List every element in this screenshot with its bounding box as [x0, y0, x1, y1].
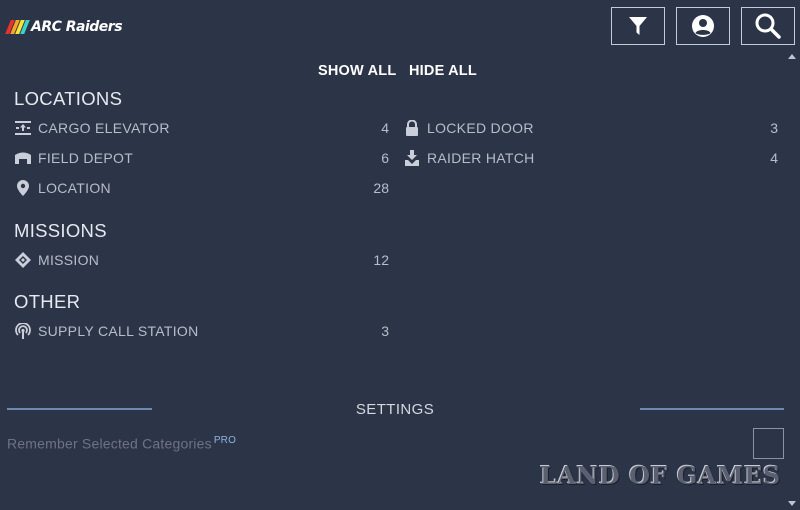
map-filter-panel: ARC Raiders SHOW ALL HIDE ALL LOCATIONS	[0, 0, 800, 510]
category-label: LOCATION	[38, 180, 111, 196]
remember-categories-checkbox[interactable]	[753, 428, 784, 459]
category-location[interactable]: LOCATION 28	[14, 178, 389, 198]
category-count: 28	[373, 180, 389, 196]
account-icon	[692, 15, 714, 37]
category-label: LOCKED DOOR	[427, 120, 534, 136]
section-title-locations: LOCATIONS	[14, 88, 123, 109]
section-title-other: OTHER	[14, 291, 81, 312]
app-logo[interactable]: ARC Raiders	[5, 17, 123, 37]
section-title-missions: MISSIONS	[14, 220, 107, 241]
category-count: 4	[381, 120, 389, 136]
category-cargo-elevator[interactable]: CARGO ELEVATOR 4	[14, 118, 389, 138]
account-button[interactable]	[676, 7, 730, 45]
category-supply-call-station[interactable]: SUPPLY CALL STATION 3	[14, 321, 389, 341]
search-button[interactable]	[741, 7, 795, 45]
logo-stripes-icon	[5, 20, 30, 34]
settings-divider-right	[640, 408, 784, 410]
category-count: 3	[381, 323, 389, 339]
category-count: 3	[770, 120, 778, 136]
category-count: 12	[373, 252, 389, 268]
location-pin-icon	[14, 180, 32, 196]
toggle-all-row: SHOW ALL HIDE ALL	[0, 63, 800, 81]
logo-text: ARC Raiders	[31, 19, 123, 35]
category-label: CARGO ELEVATOR	[38, 120, 170, 136]
category-locked-door[interactable]: LOCKED DOOR 3	[403, 118, 778, 138]
category-raider-hatch[interactable]: RAIDER HATCH 4	[403, 148, 778, 168]
pro-badge: PRO	[213, 435, 237, 446]
category-count: 6	[381, 150, 389, 166]
raider-hatch-icon	[403, 150, 421, 166]
filter-icon	[629, 17, 647, 35]
category-count: 4	[770, 150, 778, 166]
mission-icon	[14, 252, 32, 268]
category-label: RAIDER HATCH	[427, 150, 535, 166]
show-all-button[interactable]: SHOW ALL	[318, 63, 396, 79]
cargo-elevator-icon	[14, 120, 32, 136]
scrollbar[interactable]	[784, 50, 800, 510]
supply-call-station-icon	[14, 323, 32, 339]
field-depot-icon	[14, 150, 32, 166]
remember-categories-setting: Remember Selected Categories PRO	[7, 435, 236, 452]
category-label: FIELD DEPOT	[38, 150, 134, 166]
category-label: MISSION	[38, 252, 100, 268]
hide-all-button[interactable]: HIDE ALL	[409, 63, 477, 79]
filter-button[interactable]	[611, 7, 665, 45]
scroll-up-icon[interactable]	[788, 54, 796, 59]
watermark-logo: LAND OF GAMES	[540, 461, 781, 490]
category-mission[interactable]: MISSION 12	[14, 250, 389, 270]
lock-icon	[403, 120, 421, 136]
category-field-depot[interactable]: FIELD DEPOT 6	[14, 148, 389, 168]
scroll-down-icon[interactable]	[788, 501, 796, 506]
remember-categories-label: Remember Selected Categories	[7, 435, 212, 452]
search-icon	[755, 13, 781, 39]
category-label: SUPPLY CALL STATION	[38, 323, 199, 339]
